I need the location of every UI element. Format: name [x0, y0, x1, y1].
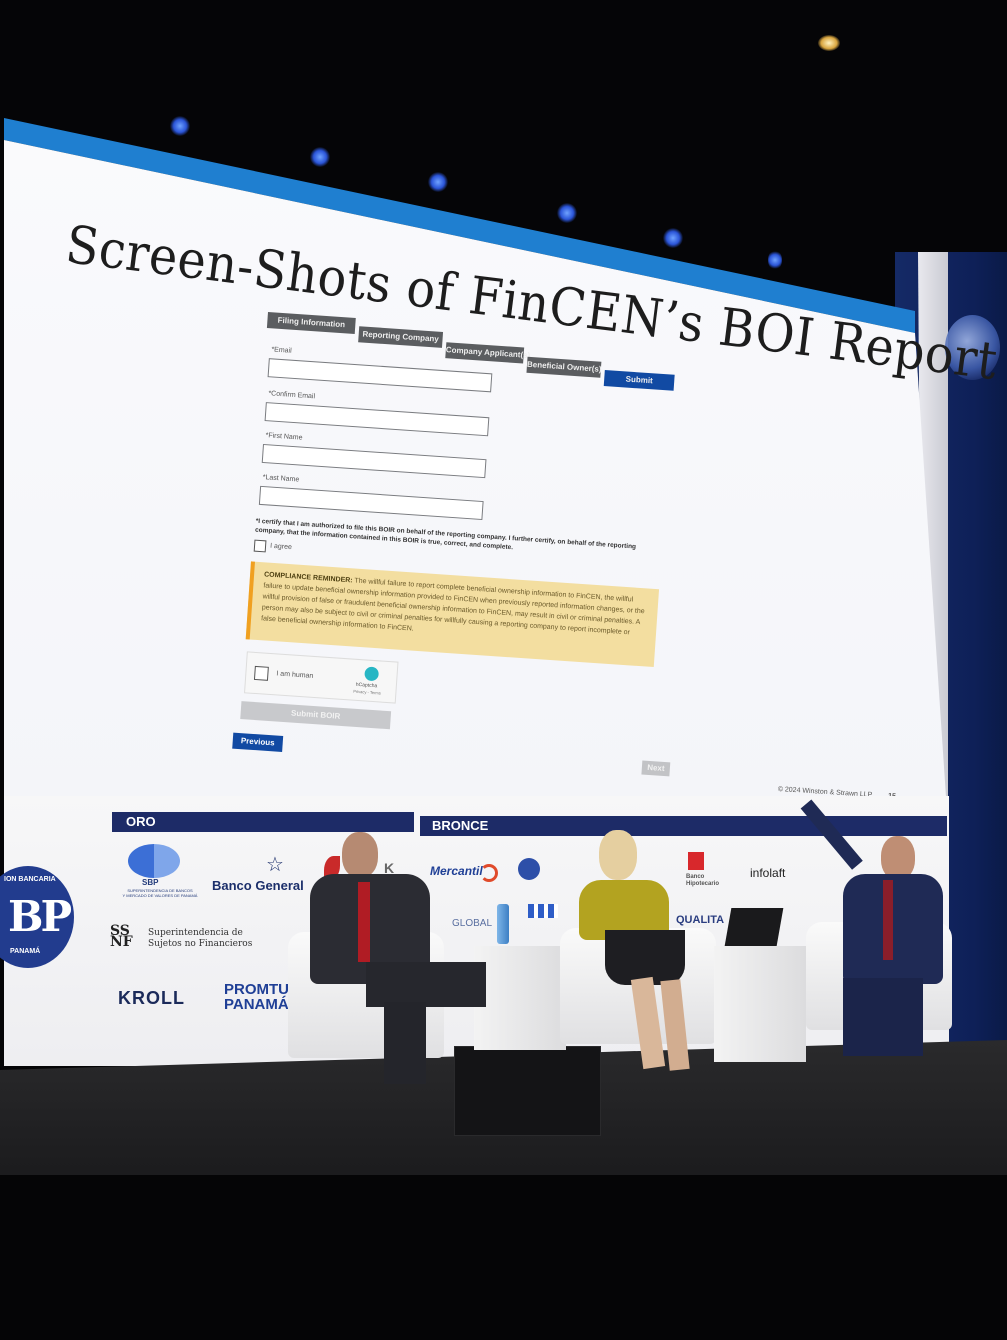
confirm-email-label: *Confirm Email: [268, 390, 316, 401]
human-label: I am human: [276, 670, 314, 680]
tier-oro-label: ORO: [126, 814, 156, 829]
compliance-text: The willful failure to report complete b…: [260, 577, 645, 637]
first-name-field: [261, 443, 487, 479]
infolaft-logo: infolaft: [750, 866, 786, 880]
sbp-logo-icon: [128, 844, 180, 878]
bp-ring-top: ION BANCARIA: [4, 876, 56, 883]
ceiling-light: [428, 172, 448, 192]
agree-label: I agree: [269, 542, 293, 552]
boi-form: Filing Information Reporting Company Com…: [232, 312, 707, 821]
ceiling-light: [310, 147, 330, 167]
tab-beneficial-owners: Beneficial Owner(s): [526, 356, 602, 378]
sbp-logo-text: SBP: [142, 878, 159, 887]
previous-button: Previous: [232, 732, 284, 752]
last-name-label: *Last Name: [262, 474, 300, 484]
laptop: [724, 908, 784, 946]
confirm-email-field: [264, 402, 490, 437]
panelist-right-presenter: [795, 799, 955, 1060]
tier-band-oro: ORO: [112, 812, 414, 832]
conference-stage-photo: Screen-Shots of FinCEN’s BOI Report Fili…: [0, 0, 1007, 1340]
tab-company-applicants: Company Applicant(s): [445, 342, 531, 364]
last-name-field: [258, 485, 484, 521]
first-name-label: *First Name: [265, 432, 303, 442]
tab-reporting-company: Reporting Company: [358, 326, 444, 348]
stage-floor: [0, 1175, 1007, 1340]
captcha-widget: I am human hCaptcha Privacy - Terms: [244, 651, 399, 704]
human-checkbox: [253, 665, 269, 681]
checker-logo-icon: [528, 904, 558, 918]
bp-ring-bottom: PANAMÁ: [10, 948, 41, 955]
ceiling-light: [663, 228, 683, 248]
ceiling-light: [768, 250, 782, 270]
email-label: *Email: [271, 346, 292, 355]
ceiling-light: [170, 116, 190, 136]
tier-bronce-label: BRONCE: [432, 818, 489, 833]
compliance-reminder: COMPLIANCE REMINDER: The willful failure…: [245, 561, 660, 668]
globe-sponsor-icon: [518, 858, 540, 880]
agree-checkbox: [253, 539, 267, 553]
panelist-left: [310, 832, 486, 1087]
next-button: Next: [641, 760, 671, 777]
banco-general-star-icon: ☆: [266, 854, 284, 876]
panelist-center: [575, 830, 715, 1075]
submit-boir-button: Submit BOIR: [240, 701, 392, 730]
kroll-logo: KROLL: [118, 988, 185, 1008]
side-table-right: [714, 946, 806, 1062]
hcaptcha-terms: Privacy - Terms: [353, 688, 381, 696]
ceiling-spotlight: [818, 35, 840, 51]
side-table-left: [474, 946, 566, 1050]
banco-general-logo: Banco General: [212, 878, 304, 893]
bp-logo-text: BP: [8, 892, 72, 941]
email-field: [267, 358, 493, 393]
ssnf-logo: SSNF: [110, 923, 133, 950]
hcaptcha-icon: [364, 666, 380, 682]
sbp-caption: SUPERINTENDENCIA DE BANCOS Y MERCADO DE …: [122, 888, 198, 898]
tab-submit: Submit: [603, 370, 675, 391]
water-bottle: [497, 904, 509, 944]
ssnf-text: Superintendencia de Sujetos no Financier…: [148, 928, 253, 949]
ceiling-light: [557, 203, 577, 223]
certify-statement: *I certify that I am authorized to file …: [254, 517, 637, 552]
